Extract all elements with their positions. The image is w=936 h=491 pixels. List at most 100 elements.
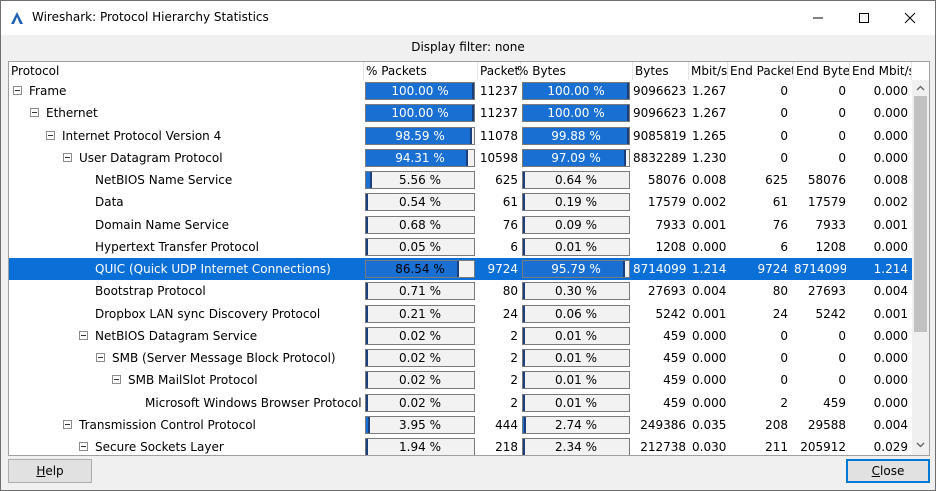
tree-row[interactable]: Transmission Control Protocol 3.95 % 2.74 … xyxy=(9,414,912,436)
tree-row[interactable]: User Datagram Protocol 94.31 % 97.09 % 1059… xyxy=(9,147,912,169)
pct-packets-bar: 94.31 % xyxy=(365,149,475,167)
tree-row[interactable]: NetBIOS Datagram Service 0.02 % 0.01 % 2 459… xyxy=(9,325,912,347)
close-window-button[interactable] xyxy=(887,1,933,35)
chevron-up-icon xyxy=(916,85,925,91)
vertical-scrollbar[interactable] xyxy=(912,80,929,455)
end-mbits-cell: 0.000 xyxy=(873,106,908,120)
end-packets-cell: 6 xyxy=(780,240,788,254)
tree-rows: Frame 100.00 % 100.00 % 11237 9096623 1.267 0 0… xyxy=(9,80,912,455)
pct-packets-bar-text: 100.00 % xyxy=(391,106,449,120)
end-mbits-cell: 0.001 xyxy=(873,307,908,321)
header-pct-packets[interactable]: % Packets xyxy=(364,62,478,80)
pct-bytes-bar-text: 2.34 % xyxy=(555,440,597,454)
tree-row[interactable]: Hypertext Transfer Protocol 0.05 % 0.01 % 6… xyxy=(9,236,912,258)
tree-row[interactable]: Data 0.54 % 0.19 % 61 17579 0.002 61 17579 0.002 xyxy=(9,191,912,213)
protocol-name: Dropbox LAN sync Discovery Protocol xyxy=(95,307,321,321)
protocol-name: Hypertext Transfer Protocol xyxy=(95,240,259,254)
end-bytes-cell: 0 xyxy=(838,373,846,387)
protocol-name: Microsoft Windows Browser Protocol xyxy=(145,396,362,410)
mbits-cell: 0.008 xyxy=(692,173,727,187)
header-mbits[interactable]: Mbit/s xyxy=(689,62,728,80)
bytes-cell: 459 xyxy=(663,396,686,410)
bytes-cell: 58076 xyxy=(647,173,686,187)
pct-bytes-bar-text: 0.01 % xyxy=(555,351,597,365)
bytes-cell: 249386 xyxy=(640,418,686,432)
header-end-mbits[interactable]: End Mbit/s xyxy=(850,62,912,80)
protocol-name: NetBIOS Name Service xyxy=(95,173,233,187)
tree-row[interactable]: QUIC (Quick UDP Internet Connections) 86.… xyxy=(9,258,912,280)
tree-row[interactable]: Secure Sockets Layer 1.94 % 2.34 % 218 21273… xyxy=(9,436,912,455)
header-bytes[interactable]: Bytes xyxy=(633,62,689,80)
collapse-toggle-icon[interactable] xyxy=(63,153,72,162)
protocol-name: Transmission Control Protocol xyxy=(79,418,256,432)
protocol-name: Ethernet xyxy=(46,106,98,120)
protocol-hierarchy-tree[interactable]: Protocol% Packets Packets% Bytes Bytes Mbit… xyxy=(8,61,930,456)
tree-row[interactable]: NetBIOS Name Service 5.56 % 0.64 % 625 58076… xyxy=(9,169,912,191)
bytes-cell: 8832289 xyxy=(633,151,686,165)
collapse-toggle-icon[interactable] xyxy=(30,108,39,117)
collapse-toggle-icon[interactable] xyxy=(79,331,88,340)
tree-row[interactable]: Dropbox LAN sync Discovery Protocol 0.21 … xyxy=(9,303,912,325)
end-mbits-cell: 0.004 xyxy=(873,418,908,432)
pct-packets-bar-text: 0.68 % xyxy=(399,218,441,232)
tree-row[interactable]: Domain Name Service 0.68 % 0.09 % 76 7933 0.0… xyxy=(9,214,912,236)
end-packets-cell: 208 xyxy=(765,418,788,432)
collapse-toggle-icon[interactable] xyxy=(112,375,121,384)
bytes-cell: 9096623 xyxy=(633,106,686,120)
scroll-up-button[interactable] xyxy=(912,80,929,96)
packets-cell: 11237 xyxy=(479,84,518,98)
end-packets-cell: 9724 xyxy=(757,262,788,276)
tree-row[interactable]: Microsoft Windows Browser Protocol 0.02 %… xyxy=(9,392,912,414)
pct-packets-bar: 0.21 % xyxy=(365,305,475,323)
tree-row[interactable]: Frame 100.00 % 100.00 % 11237 9096623 1.267 0 0… xyxy=(9,80,912,102)
pct-bytes-bar: 0.01 % xyxy=(522,394,630,412)
header-end-packets[interactable]: End Packets xyxy=(728,62,794,80)
end-packets-cell: 24 xyxy=(772,307,788,321)
tree-row[interactable]: Internet Protocol Version 4 98.59 % 99.88 … xyxy=(9,125,912,147)
collapse-toggle-icon[interactable] xyxy=(96,353,105,362)
pct-packets-bar-text: 0.02 % xyxy=(399,396,441,410)
pct-packets-bar-text: 98.59 % xyxy=(395,129,445,143)
end-packets-cell: 211 xyxy=(765,440,788,454)
end-bytes-cell: 5242 xyxy=(815,307,846,321)
end-mbits-cell: 0.029 xyxy=(873,440,908,454)
bytes-cell: 27693 xyxy=(647,284,686,298)
tree-row[interactable]: SMB MailSlot Protocol 0.02 % 0.01 % 2 459 0.0… xyxy=(9,369,912,391)
help-button[interactable]: Help xyxy=(8,459,92,483)
collapse-toggle-icon[interactable] xyxy=(79,442,88,451)
collapse-toggle-icon[interactable] xyxy=(46,131,55,140)
collapse-toggle-icon[interactable] xyxy=(13,86,22,95)
scroll-thumb[interactable] xyxy=(914,96,927,332)
packets-cell: 24 xyxy=(502,307,518,321)
pct-packets-bar: 5.56 % xyxy=(365,171,475,189)
end-mbits-cell: 0.001 xyxy=(873,218,908,232)
bytes-cell: 17579 xyxy=(647,195,686,209)
end-packets-cell: 2 xyxy=(780,396,788,410)
tree-row[interactable]: SMB (Server Message Block Protocol) 0.02 … xyxy=(9,347,912,369)
header-end-bytes[interactable]: End Bytes xyxy=(794,62,850,80)
end-bytes-cell: 205912 xyxy=(800,440,846,454)
header-pct-bytes[interactable]: % Bytes xyxy=(515,62,633,80)
pct-packets-bar: 3.95 % xyxy=(365,416,475,434)
end-bytes-cell: 0 xyxy=(838,129,846,143)
collapse-toggle-icon[interactable] xyxy=(63,420,72,429)
minimize-button[interactable] xyxy=(795,1,841,35)
pct-packets-bar: 0.68 % xyxy=(365,216,475,234)
scroll-down-button[interactable] xyxy=(912,437,929,453)
bytes-cell: 459 xyxy=(663,373,686,387)
packets-cell: 6 xyxy=(510,240,518,254)
pct-bytes-bar-text: 0.06 % xyxy=(555,307,597,321)
close-button[interactable]: Close xyxy=(846,459,930,483)
packets-cell: 11237 xyxy=(479,106,518,120)
tree-row[interactable]: Ethernet 100.00 % 100.00 % 11237 9096623 1.26… xyxy=(9,102,912,124)
mbits-cell: 0.000 xyxy=(692,373,727,387)
pct-packets-bar-text: 1.94 % xyxy=(399,440,441,454)
end-packets-cell: 0 xyxy=(780,151,788,165)
header-protocol[interactable]: Protocol xyxy=(9,62,364,80)
pct-packets-bar: 98.59 % xyxy=(365,127,475,145)
pct-bytes-bar-text: 0.01 % xyxy=(555,373,597,387)
end-mbits-cell: 0.000 xyxy=(873,396,908,410)
maximize-button[interactable] xyxy=(841,1,887,35)
chevron-down-icon xyxy=(916,442,925,448)
tree-row[interactable]: Bootstrap Protocol 0.71 % 0.30 % 80 27693 0.0… xyxy=(9,280,912,302)
